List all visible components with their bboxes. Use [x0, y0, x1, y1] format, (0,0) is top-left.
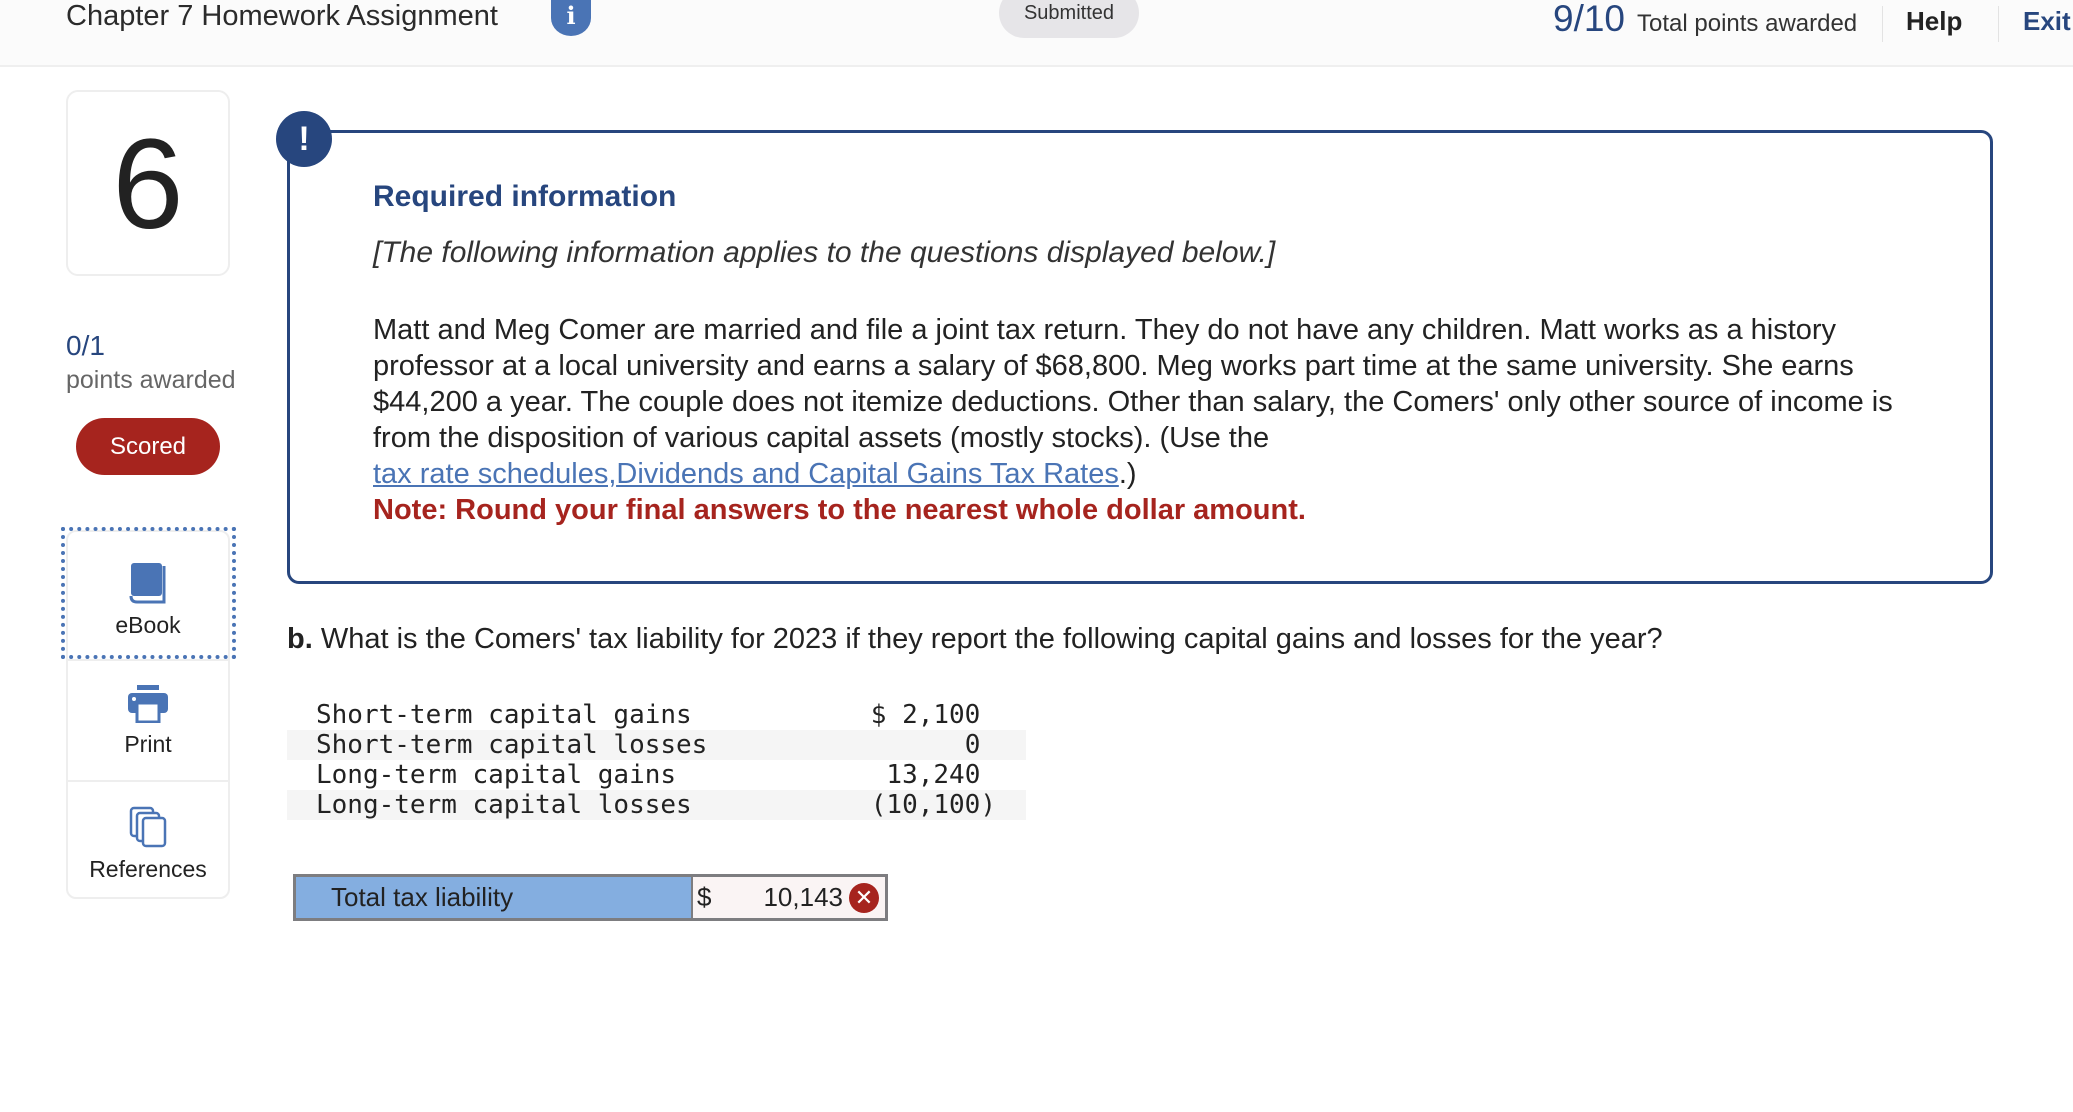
row-label: Short-term capital losses: [287, 730, 827, 760]
dividends-capital-gains-link[interactable]: Dividends and Capital Gains Tax Rates: [616, 458, 1118, 490]
row-label: Long-term capital losses: [287, 790, 827, 820]
currency-symbol: $: [697, 882, 712, 912]
assignment-title: Chapter 7 Homework Assignment: [66, 0, 498, 32]
answer-value: 10,143: [763, 882, 843, 912]
capital-gains-table: Short-term capital gains $ 2,100 Short-t…: [287, 700, 1026, 820]
help-link[interactable]: Help: [1906, 6, 1962, 37]
book-icon: [129, 563, 166, 604]
row-value: 0: [826, 730, 1026, 760]
documents-icon: [129, 806, 167, 848]
total-points-value: 9/10: [1553, 0, 1626, 39]
alert-icon: !: [276, 111, 332, 167]
scenario-text: Matt and Meg Comer are married and file …: [373, 314, 1893, 454]
print-button[interactable]: Print: [68, 659, 228, 780]
question-points-label: points awarded: [66, 366, 236, 394]
required-info-title: Required information: [373, 180, 677, 213]
table-row: Long-term capital gains 13,240: [287, 760, 1026, 790]
references-button[interactable]: References: [68, 780, 228, 899]
total-score: 9/10 Total points awarded: [1553, 0, 1857, 40]
total-points-label: Total points awarded: [1637, 10, 1858, 37]
required-info-subtitle: [The following information applies to th…: [373, 236, 1276, 269]
question-text: What is the Comers' tax liability for 20…: [312, 623, 1663, 655]
answer-input[interactable]: $ 10,143 ✕: [693, 877, 885, 918]
top-header: Chapter 7 Homework Assignment i Submitte…: [0, 0, 2073, 67]
printer-icon: [128, 685, 168, 723]
question-number: 6: [112, 113, 184, 256]
scored-badge: Scored: [76, 418, 220, 475]
row-value: (10,100): [826, 790, 1026, 820]
info-icon[interactable]: i: [551, 0, 591, 36]
rounding-note: Note: Round your final answers to the ne…: [373, 494, 1306, 526]
header-divider: [1882, 6, 1883, 42]
ebook-button[interactable]: eBook: [68, 532, 228, 659]
table-row: Short-term capital losses 0: [287, 730, 1026, 760]
references-label: References: [89, 856, 207, 882]
row-label: Short-term capital gains: [316, 700, 692, 730]
ebook-label: eBook: [115, 612, 181, 638]
answer-label: Total tax liability: [296, 877, 693, 918]
header-divider: [1998, 6, 1999, 42]
table-row: Short-term capital gains $ 2,100: [287, 700, 1026, 730]
scenario-paragraph: Matt and Meg Comer are married and file …: [373, 312, 1933, 528]
row-value: $ 2,100: [870, 700, 996, 730]
question-points-value: 0/1: [66, 330, 105, 361]
row-value: 13,240: [886, 760, 996, 790]
question-part-label: b.: [287, 623, 313, 655]
tools-panel: eBook Print References: [66, 530, 230, 899]
exit-link[interactable]: Exit: [2023, 6, 2071, 37]
question-prompt: b. What is the Comers' tax liability for…: [287, 623, 1663, 656]
incorrect-icon: ✕: [849, 882, 879, 913]
tax-rate-schedules-link[interactable]: tax rate schedules,: [373, 458, 616, 490]
question-number-box: 6: [66, 90, 230, 276]
submission-status-badge: Submitted: [999, 0, 1139, 38]
print-label: Print: [124, 731, 172, 757]
table-row: Long-term capital losses (10,100): [287, 790, 1026, 820]
answer-row: Total tax liability $ 10,143 ✕: [293, 874, 888, 921]
row-label: Long-term capital gains: [316, 760, 677, 790]
link-suffix: .): [1118, 458, 1137, 490]
